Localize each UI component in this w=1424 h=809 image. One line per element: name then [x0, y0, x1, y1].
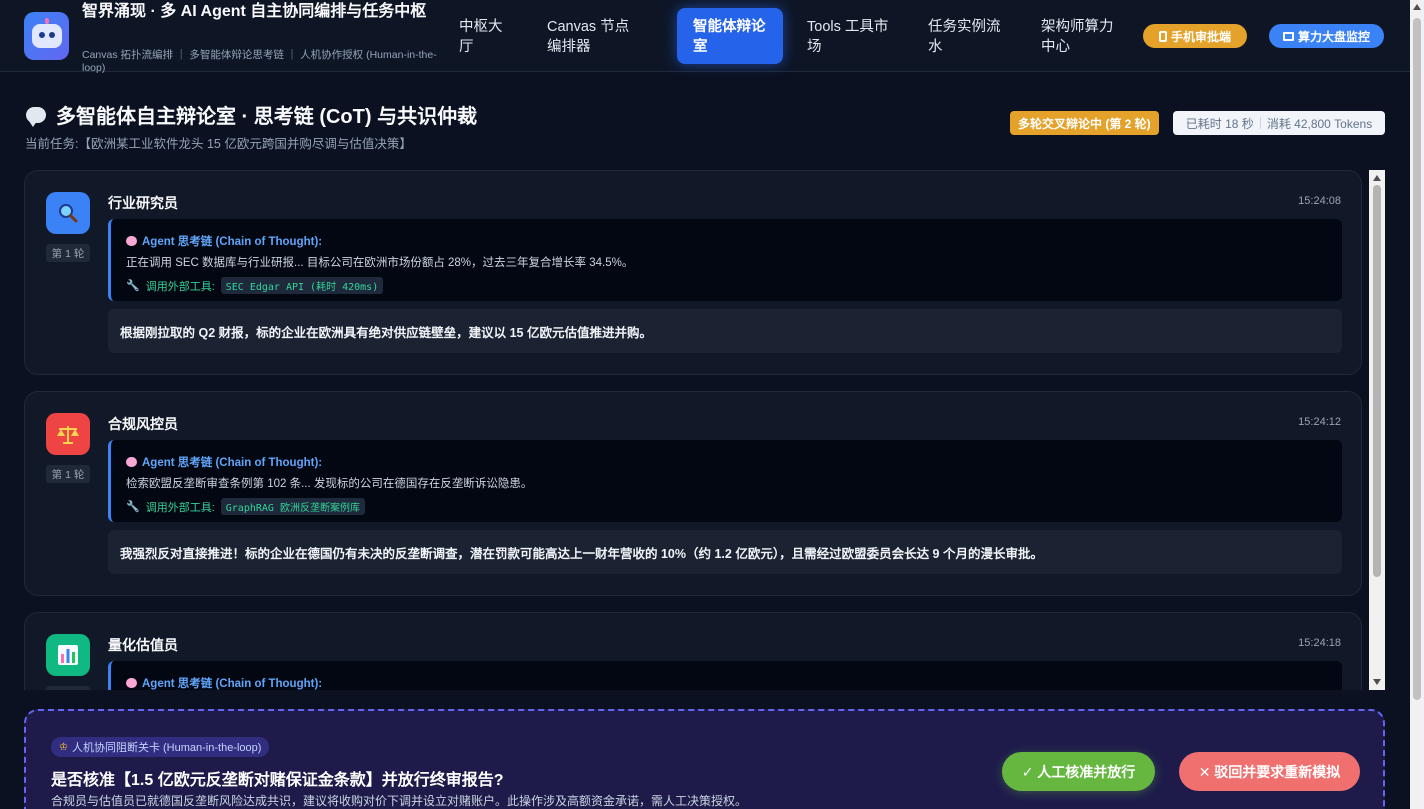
cot-title: Agent 思考链 (Chain of Thought):: [126, 233, 1327, 249]
scroll-up-arrow-icon[interactable]: [1373, 175, 1381, 181]
cot-text: 检索欧盟反垄断审查条例第 102 条... 发现标的公司在德国存在反垄断诉讼隐患…: [126, 478, 533, 490]
chain-of-thought-box: Agent 思考链 (Chain of Thought): 检索欧盟反垄断审查条…: [108, 440, 1342, 522]
approve-button[interactable]: ✓ 人工核准并放行: [1002, 752, 1155, 791]
speech-bubble-icon: [26, 106, 46, 127]
current-task: 当前任务:【欧洲某工业软件龙头 15 亿欧元跨国并购尽调与估值决策】: [25, 137, 412, 151]
chain-of-thought-box: Agent 思考链 (Chain of Thought): 正在调用 SEC 数…: [108, 219, 1342, 301]
cot-label: Agent 思考链 (Chain of Thought):: [142, 678, 323, 690]
mobile-approval-label: 手机审批端: [1170, 29, 1231, 44]
nav-hub-hall[interactable]: 中枢大厅: [443, 8, 523, 64]
agent-answer: 我强烈反对直接推进！标的企业在德国仍有未决的反垄断调查，潜在罚款可能高达上一财年…: [108, 530, 1342, 574]
round-tag: 第 1 轮: [46, 244, 90, 262]
mobile-approval-button[interactable]: 手机审批端: [1143, 24, 1247, 48]
nav-compute-center[interactable]: 架构师算力中心: [1025, 8, 1143, 64]
cot-text: 正在调用 SEC 数据库与行业研报... 目标公司在欧洲市场份额占 28%，过去…: [126, 257, 634, 269]
page-scroll-up-icon[interactable]: [1413, 4, 1421, 10]
agent-message-card: 量化估值员 15:24:18 Agent 思考链 (Chain of Thoug…: [24, 612, 1362, 690]
nav-task-flow[interactable]: 任务实例流水: [912, 8, 1018, 64]
app-title: 智界涌现 · 多 AI Agent 自主协同编排与任务中枢: [82, 3, 427, 20]
run-meta-badge: 已耗时 18 秒 消耗 42,800 Tokens: [1173, 111, 1385, 135]
elapsed-time: 已耗时 18 秒: [1185, 116, 1254, 131]
chain-of-thought-box: Agent 思考链 (Chain of Thought):: [108, 661, 1342, 690]
agent-name: 合规风控员: [108, 416, 178, 432]
nav-tools-market[interactable]: Tools 工具市场: [791, 8, 905, 64]
message-time: 15:24:18: [1298, 637, 1341, 649]
round-tag: 第 1 轮: [46, 465, 90, 483]
agent-message-card: 第 1 轮 行业研究员 15:24:08 Agent 思考链 (Chain of…: [24, 170, 1362, 375]
agent-answer: 根据刚拉取的 Q2 财报，标的企业在欧洲具有绝对供应链壁垒，建议以 15 亿欧元…: [108, 309, 1342, 353]
message-time: 15:24:12: [1298, 416, 1341, 428]
scrollbar-thumb[interactable]: [1373, 185, 1381, 577]
tool-name: GraphRAG 欧洲反垄断案例库: [220, 498, 365, 515]
page-title: 多智能体自主辩论室 · 思考链 (CoT) 与共识仲裁: [26, 100, 477, 129]
nav-debate-room[interactable]: 智能体辩论室: [677, 8, 783, 64]
agent-message-card: 第 1 轮 合规风控员 15:24:12 Agent 思考链 (Chain of…: [24, 391, 1362, 596]
app-subtitle: Canvas 拓扑流编排 ｜ 多智能体辩论思考链 ｜ 人机协作授权 (Human…: [82, 49, 437, 74]
token-usage: 消耗 42,800 Tokens: [1266, 116, 1373, 131]
meta-divider: [1259, 117, 1261, 129]
debate-status-badge: 多轮交叉辩论中 (第 2 轮): [1010, 111, 1159, 135]
page-scrollbar[interactable]: [1410, 0, 1424, 809]
scales-icon: [46, 413, 90, 455]
monitor-icon: [1282, 31, 1294, 41]
page-scrollbar-thumb[interactable]: [1413, 18, 1421, 700]
debate-feed[interactable]: 第 1 轮 行业研究员 15:24:08 Agent 思考链 (Chain of…: [24, 170, 1386, 690]
phone-icon: [1158, 30, 1167, 42]
cot-label: Agent 思考链 (Chain of Thought):: [142, 457, 323, 469]
top-bar: 智界涌现 · 多 AI Agent 自主协同编排与任务中枢 Canvas 拓扑流…: [0, 0, 1410, 74]
hitl-question: 是否核准【1.5 亿欧元反垄断对赌保证金条款】并放行终审报告?: [51, 772, 504, 789]
round-tag: [46, 686, 90, 690]
brain-icon: [126, 678, 137, 688]
page-title-text: 多智能体自主辩论室 · 思考链 (CoT) 与共识仲裁: [56, 106, 478, 128]
cot-label: Agent 思考链 (Chain of Thought):: [142, 236, 323, 248]
brain-icon: [126, 236, 137, 246]
tool-call-line: 🔧 调用外部工具: SEC Edgar API (耗时 420ms): [126, 277, 1327, 294]
reject-button[interactable]: ✕ 驳回并要求重新模拟: [1179, 752, 1360, 791]
wrench-icon: 🔧: [126, 280, 140, 292]
scroll-down-arrow-icon[interactable]: [1373, 679, 1381, 685]
tool-name: SEC Edgar API (耗时 420ms): [220, 277, 384, 294]
debate-feed-scrollbar[interactable]: [1369, 170, 1385, 690]
tool-prefix: 调用外部工具:: [145, 280, 215, 293]
cot-title: Agent 思考链 (Chain of Thought):: [126, 454, 1327, 470]
robot-logo-icon: [24, 12, 69, 60]
agent-name: 行业研究员: [108, 195, 178, 211]
human-in-the-loop-panel: ♔ 人机协同阻断关卡 (Human-in-the-loop) 是否核准【1.5 …: [24, 709, 1385, 809]
brain-icon: [126, 457, 137, 467]
hitl-tag-label: 人机协同阻断关卡 (Human-in-the-loop): [71, 742, 262, 754]
magnifier-icon: [46, 192, 90, 234]
tool-prefix: 调用外部工具:: [145, 501, 215, 514]
message-time: 15:24:08: [1298, 195, 1341, 207]
compute-monitor-button[interactable]: 算力大盘监控: [1269, 24, 1384, 48]
wrench-icon: 🔧: [126, 501, 140, 513]
agent-name: 量化估值员: [108, 637, 178, 653]
tool-call-line: 🔧 调用外部工具: GraphRAG 欧洲反垄断案例库: [126, 498, 1327, 515]
compute-monitor-label: 算力大盘监控: [1297, 29, 1370, 44]
nav-canvas-orchestrator[interactable]: Canvas 节点编排器: [531, 8, 655, 64]
crown-icon: ♔: [59, 741, 68, 753]
bar-chart-icon: [46, 634, 90, 676]
hitl-description: 合规员与估值员已就德国反垄断风险达成共识，建议将收购对价下调并设立对赌账户。此操…: [51, 794, 748, 808]
hitl-tag: ♔ 人机协同阻断关卡 (Human-in-the-loop): [51, 737, 270, 757]
cot-title: Agent 思考链 (Chain of Thought):: [126, 675, 1327, 690]
